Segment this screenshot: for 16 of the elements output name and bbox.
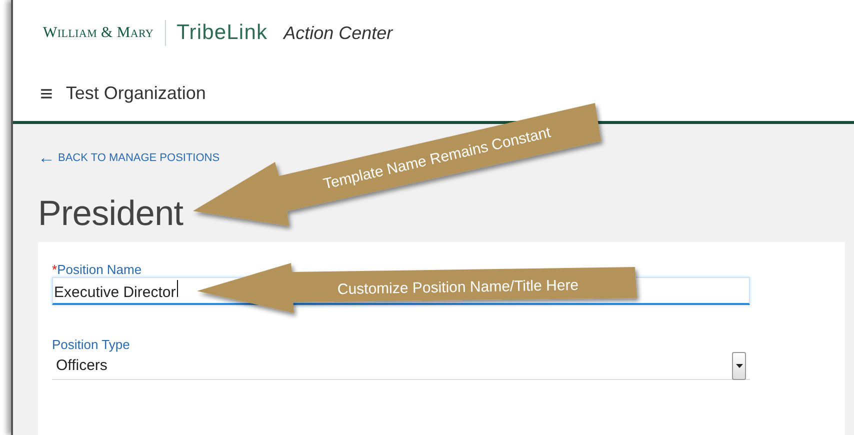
caret-icon [736,364,742,368]
organization-name: Test Organization [66,83,206,104]
back-arrow-icon: ← [38,153,55,163]
field-label: Position Name [57,262,142,277]
required-mark: * [52,262,58,277]
callout-text: Template Name Remains Constant [322,124,552,193]
university-logo[interactable]: William & Mary [43,20,166,46]
field-label: Position Type [52,337,130,352]
product-name: TribeLink [176,21,268,45]
dropdown-field[interactable]: Officers [52,352,750,380]
back-link[interactable]: ← BACK TO MANAGE POSITIONS [38,152,220,164]
page-title: President [38,194,184,234]
section-title: Action Center [284,22,393,44]
callout-text: Customize Position Name/Title Here [337,276,579,298]
menu-icon[interactable]: ≡ [40,82,53,104]
dropdown-button[interactable] [732,352,746,380]
